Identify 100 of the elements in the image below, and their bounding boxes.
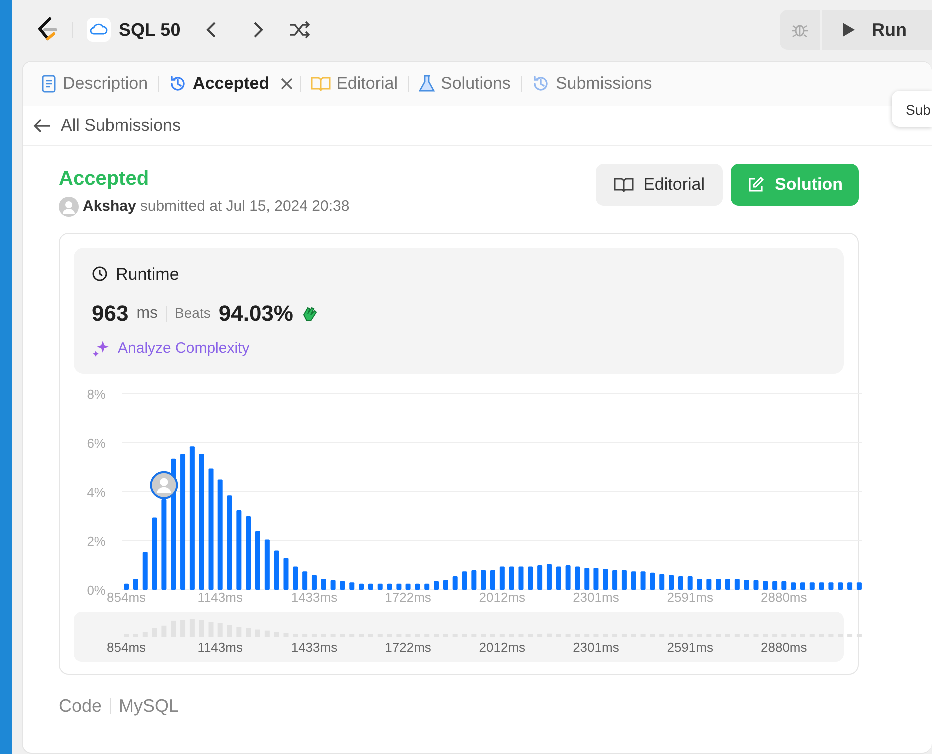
bar [538,565,543,590]
bar [378,583,383,590]
x-axis-label: 2591ms [667,640,714,654]
code-label: Code [59,694,102,718]
tab[interactable]: Description [37,69,152,99]
bar [782,580,787,590]
back-arrow-icon[interactable] [33,118,51,134]
bar [518,566,524,590]
bar [678,576,684,590]
bar [716,578,722,590]
x-axis-label: 2012ms [479,590,526,604]
bar [650,572,656,590]
x-axis-label: 1143ms [198,640,243,654]
bar [368,583,374,590]
bar [321,578,326,590]
runtime-unit: ms [136,304,158,324]
bar [443,580,448,590]
bar [744,580,750,590]
bar [546,564,552,590]
bar [133,578,138,590]
avatar-marker[interactable] [150,470,178,499]
flask-icon [419,75,435,93]
tab[interactable]: Submissions [528,69,656,99]
bar [350,582,355,590]
bar [603,568,608,590]
bar [772,580,778,590]
x-axis-label: 1433ms [291,590,338,604]
analyze-complexity-link[interactable]: Analyze Complexity [118,338,250,360]
runtime-title: Runtime [116,264,180,286]
bar [669,574,674,590]
problem-list-button[interactable]: SQL 50 [87,16,181,44]
bar [472,570,477,590]
bar [810,582,815,590]
book-icon [310,76,331,92]
bar [622,570,627,590]
bar [340,580,346,590]
book-icon [614,176,634,193]
username-link[interactable]: Akshay [83,196,136,218]
bar [640,571,646,590]
bar [124,583,130,590]
language-label: MySQL [119,694,180,718]
x-axis-label: 1722ms [385,590,432,604]
bar [791,582,796,590]
shuffle-icon[interactable] [288,21,311,39]
y-axis-label: 0% [87,582,106,598]
bar [556,566,562,590]
bar [256,530,260,590]
edit-icon [747,176,766,194]
tab[interactable]: Solutions [415,69,515,99]
bar [302,571,308,590]
bar [566,565,571,590]
x-axis-label: 1722ms [385,640,432,654]
runtime-value: 963 [92,300,129,328]
avatar-icon [59,197,79,218]
x-axis-label: 2591ms [667,590,714,604]
bar [406,583,411,590]
all-submissions-link[interactable]: All Submissions [61,112,181,138]
tooltip: Sub [892,91,932,127]
bar [500,566,505,590]
bar [387,583,392,590]
close-icon[interactable] [280,77,294,91]
editorial-button[interactable]: Editorial [596,164,724,206]
bar [706,578,712,590]
y-axis-label: 6% [87,436,106,450]
run-button[interactable]: Run [822,10,932,50]
history-icon [532,75,550,93]
x-axis-label: 2012ms [479,640,526,654]
beats-percent: 94.03% [218,300,294,328]
y-axis-label: 4% [87,484,106,500]
bar [726,578,730,590]
x-axis-label: 854ms [107,640,146,654]
cloud-icon [87,18,111,42]
tab[interactable]: Editorial [306,69,402,99]
bar [462,571,468,590]
history-icon [169,75,188,93]
bar [612,570,618,590]
x-axis-label: 2880ms [761,640,808,654]
bar [293,566,298,590]
bar [575,566,580,590]
bar [734,578,740,590]
bar [490,570,496,590]
x-axis-label: 2880ms [761,590,808,604]
x-axis-label: 2301ms [573,590,620,604]
bar [763,580,768,590]
bar [274,550,280,590]
bar [828,582,834,590]
bar [509,566,514,590]
bar [264,539,270,590]
sparkle-icon [92,340,110,358]
bar [631,571,636,590]
bar [415,583,420,590]
submitted-time: submitted at Jul 15, 2024 20:38 [140,197,350,217]
tab[interactable]: Accepted [165,69,274,99]
bar [594,567,599,590]
bar [754,580,759,590]
bar [452,576,458,590]
bar [688,576,693,590]
bar [528,566,534,590]
bar [848,582,853,590]
bar [838,582,844,590]
